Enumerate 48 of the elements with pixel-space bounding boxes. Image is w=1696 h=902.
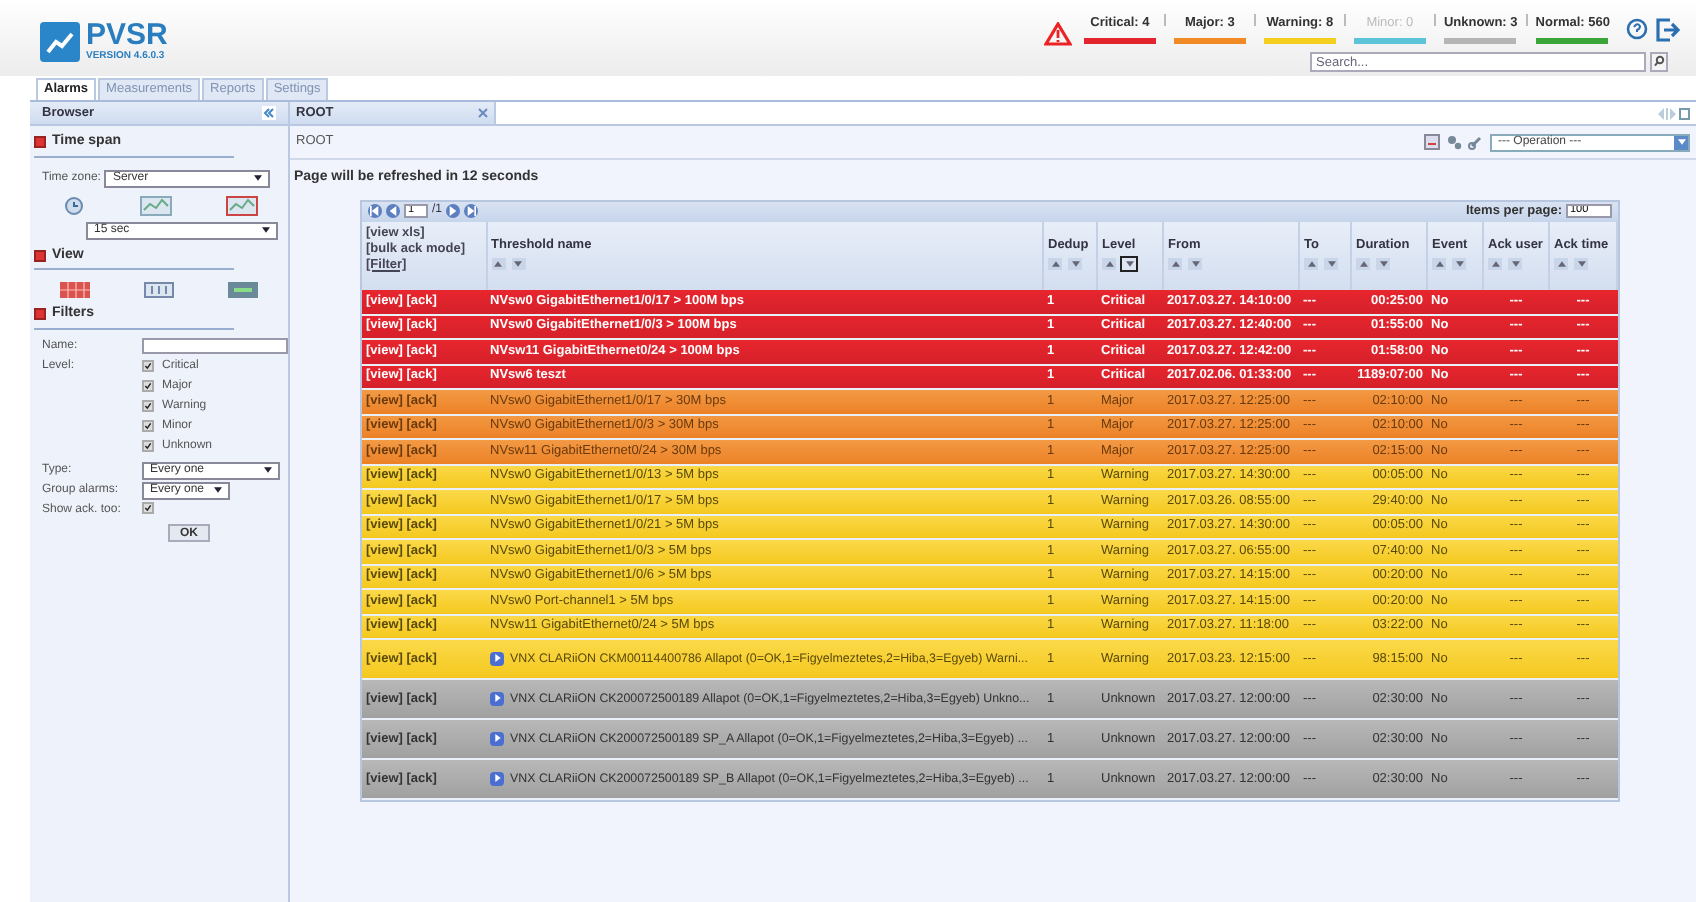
collapse-icon[interactable] xyxy=(34,308,46,321)
panel-arrows-icon[interactable] xyxy=(1658,107,1690,119)
help-icon[interactable] xyxy=(1626,18,1648,40)
expand-icon[interactable] xyxy=(490,691,504,706)
sort-ascending-icon[interactable] xyxy=(1102,258,1116,271)
level-checkbox[interactable] xyxy=(142,440,154,452)
grid-view-icon[interactable] xyxy=(227,282,258,298)
collapse-icon[interactable] xyxy=(34,249,46,262)
collapse-panel-icon[interactable] xyxy=(262,106,276,120)
sort-descending-icon[interactable] xyxy=(1122,258,1136,271)
collapse-icon[interactable] xyxy=(34,136,46,149)
chart-icon[interactable] xyxy=(140,195,173,215)
sort-ascending-icon[interactable] xyxy=(1488,258,1502,271)
previous-page-icon[interactable] xyxy=(386,204,400,218)
search-icon[interactable] xyxy=(1650,52,1668,72)
first-page-icon[interactable] xyxy=(368,204,382,218)
sort-ascending-icon[interactable] xyxy=(1048,258,1062,271)
table-view-icon[interactable] xyxy=(60,282,91,298)
expand-icon[interactable] xyxy=(490,771,504,786)
logo-icon xyxy=(40,21,80,61)
level-checkbox[interactable] xyxy=(142,420,154,432)
sort-ascending-icon[interactable] xyxy=(1554,258,1568,271)
show-ack-checkbox[interactable] xyxy=(142,501,154,513)
expand-icon[interactable] xyxy=(490,651,504,666)
sort-ascending-icon[interactable] xyxy=(1304,258,1318,271)
chart-icon[interactable] xyxy=(225,195,258,215)
close-icon[interactable] xyxy=(478,108,488,118)
sort-ascending-icon[interactable] xyxy=(1432,258,1446,271)
next-page-icon[interactable] xyxy=(446,204,461,218)
clock-icon[interactable] xyxy=(60,195,89,215)
level-checkbox[interactable] xyxy=(142,400,154,412)
export-icon[interactable] xyxy=(1424,134,1440,150)
app-name: PVSR xyxy=(86,20,168,50)
name-field[interactable] xyxy=(142,337,288,353)
sort-ascending-icon[interactable] xyxy=(491,258,505,271)
dropdown-arrow-icon[interactable] xyxy=(262,226,270,234)
last-page-icon[interactable] xyxy=(464,204,479,218)
level-checkbox[interactable] xyxy=(142,380,154,392)
warning-icon xyxy=(1043,22,1072,46)
level-checkbox[interactable] xyxy=(142,360,154,372)
dropdown-arrow-icon[interactable] xyxy=(264,466,272,474)
sort-ascending-icon[interactable] xyxy=(1168,258,1182,271)
logout-icon[interactable] xyxy=(1656,17,1680,41)
expand-icon[interactable] xyxy=(490,731,504,746)
list-view-icon[interactable] xyxy=(143,282,174,298)
sort-ascending-icon[interactable] xyxy=(1356,258,1370,271)
dropdown-arrow-icon[interactable] xyxy=(254,174,263,182)
dropdown-arrow-icon[interactable] xyxy=(214,486,222,494)
